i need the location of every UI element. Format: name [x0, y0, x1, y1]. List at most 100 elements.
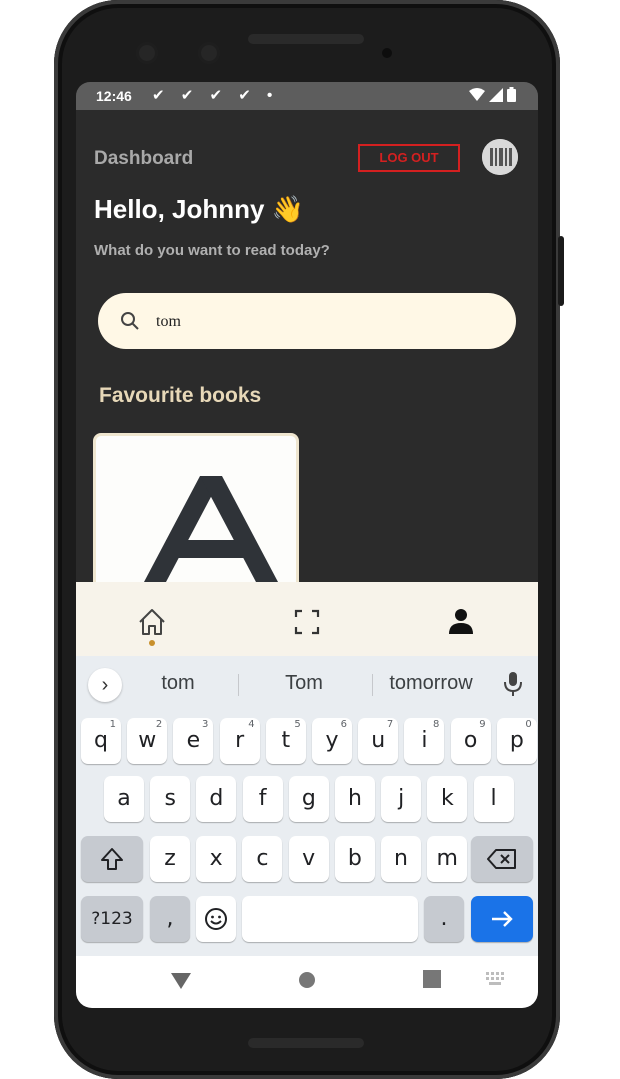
- key-label: f: [258, 786, 267, 811]
- suggestion-divider: [238, 674, 239, 696]
- key-label: r: [235, 728, 245, 753]
- suggestion-1[interactable]: tom: [138, 672, 218, 695]
- key-hint: 1: [109, 719, 116, 730]
- backspace-icon: [487, 849, 516, 869]
- key-hint: 2: [155, 719, 163, 730]
- battery-icon: [507, 87, 516, 102]
- key-label: b: [347, 846, 362, 871]
- key-label: y: [325, 728, 339, 753]
- key-label: g: [301, 786, 316, 811]
- key-label: c: [256, 846, 269, 871]
- key-label: l: [490, 786, 497, 811]
- search-input[interactable]: [154, 309, 478, 335]
- key-v[interactable]: v: [288, 836, 329, 882]
- space-key[interactable]: [242, 896, 418, 942]
- key-i[interactable]: i8: [404, 718, 445, 764]
- symbols-key[interactable]: ?123: [81, 896, 143, 942]
- arrow-right-icon: [492, 911, 513, 927]
- avatar-image: [482, 139, 518, 175]
- suggestion-3[interactable]: tomorrow: [381, 672, 481, 695]
- system-icons: [469, 87, 516, 102]
- key-label: u: [371, 728, 386, 753]
- search-bar[interactable]: [98, 293, 516, 349]
- key-hint: 9: [479, 719, 486, 730]
- period-key[interactable]: .: [424, 896, 464, 942]
- avatar[interactable]: [482, 139, 518, 175]
- key-hint: 8: [433, 719, 440, 730]
- key-f[interactable]: f: [242, 776, 283, 822]
- key-label: s: [164, 786, 176, 811]
- key-q[interactable]: q1: [81, 718, 121, 764]
- enter-key[interactable]: [471, 896, 533, 942]
- front-camera: [136, 42, 158, 64]
- front-sensor: [198, 42, 220, 64]
- key-e[interactable]: e3: [173, 718, 214, 764]
- recents-icon[interactable]: [423, 970, 441, 988]
- key-j[interactable]: j: [381, 776, 422, 822]
- key-c[interactable]: c: [242, 836, 283, 882]
- nav-scan[interactable]: [287, 602, 327, 642]
- key-o[interactable]: o9: [450, 718, 491, 764]
- signal-icon: [489, 87, 503, 102]
- favourites-heading: Favourite books: [99, 384, 262, 407]
- key-label: h: [348, 786, 362, 811]
- key-label: ,: [166, 906, 174, 931]
- key-label: j: [398, 786, 405, 811]
- key-w[interactable]: w2: [127, 718, 168, 764]
- key-k[interactable]: k: [427, 776, 468, 822]
- shift-key[interactable]: [81, 836, 143, 882]
- microphone-icon[interactable]: [502, 670, 524, 698]
- search-icon: [121, 312, 139, 330]
- greeting-heading: Hello, Johnny 👋: [94, 194, 305, 224]
- key-b[interactable]: b: [334, 836, 375, 882]
- suggestion-2[interactable]: Tom: [264, 672, 344, 695]
- keyboard-switch-icon[interactable]: [484, 970, 506, 988]
- key-g[interactable]: g: [288, 776, 329, 822]
- key-label: ?123: [91, 909, 133, 929]
- logout-button[interactable]: LOG OUT: [358, 144, 460, 172]
- screen: 12:46 ✔ ✔ ✔ ✔ • Dashboard LOG OUT Hello,…: [76, 82, 538, 1008]
- key-hint: 6: [340, 719, 347, 730]
- home-circle-icon[interactable]: [297, 970, 317, 990]
- key-label: .: [440, 906, 448, 931]
- nav-home[interactable]: [132, 602, 172, 642]
- comma-key[interactable]: ,: [150, 896, 190, 942]
- nav-profile[interactable]: [441, 602, 481, 642]
- key-hint: 3: [202, 719, 209, 730]
- key-label: m: [436, 846, 458, 871]
- greeting-subtitle: What do you want to read today?: [94, 242, 330, 259]
- key-d[interactable]: d: [196, 776, 237, 822]
- key-y[interactable]: y6: [312, 718, 352, 764]
- key-label: d: [209, 786, 224, 811]
- key-label: o: [463, 728, 478, 753]
- earpiece: [248, 34, 364, 44]
- expand-icon[interactable]: ›: [88, 668, 122, 702]
- key-l[interactable]: l: [473, 776, 514, 822]
- key-m[interactable]: m: [427, 836, 468, 882]
- suggestion-divider: [372, 674, 373, 696]
- emoji-key[interactable]: [196, 896, 236, 942]
- key-t[interactable]: t5: [265, 718, 306, 764]
- side-button: [558, 236, 564, 306]
- key-label: z: [164, 846, 176, 871]
- profile-icon: [449, 609, 473, 634]
- key-n[interactable]: n: [381, 836, 421, 882]
- key-x[interactable]: x: [196, 836, 237, 882]
- bottom-speaker: [248, 1038, 364, 1048]
- system-nav-bar: [76, 956, 538, 1008]
- home-icon: [139, 609, 165, 635]
- key-r[interactable]: r4: [219, 718, 260, 764]
- key-p[interactable]: p0: [496, 718, 537, 764]
- key-a[interactable]: a: [104, 776, 144, 822]
- backspace-key[interactable]: [471, 836, 533, 882]
- back-icon[interactable]: [170, 970, 192, 990]
- key-s[interactable]: s: [150, 776, 191, 822]
- key-hint: 5: [294, 719, 301, 730]
- key-h[interactable]: h: [335, 776, 375, 822]
- bottom-navigation: [76, 582, 538, 656]
- key-label: v: [302, 846, 316, 871]
- key-z[interactable]: z: [150, 836, 190, 882]
- key-u[interactable]: u7: [358, 718, 399, 764]
- key-label: w: [138, 728, 157, 753]
- key-label: a: [117, 786, 131, 811]
